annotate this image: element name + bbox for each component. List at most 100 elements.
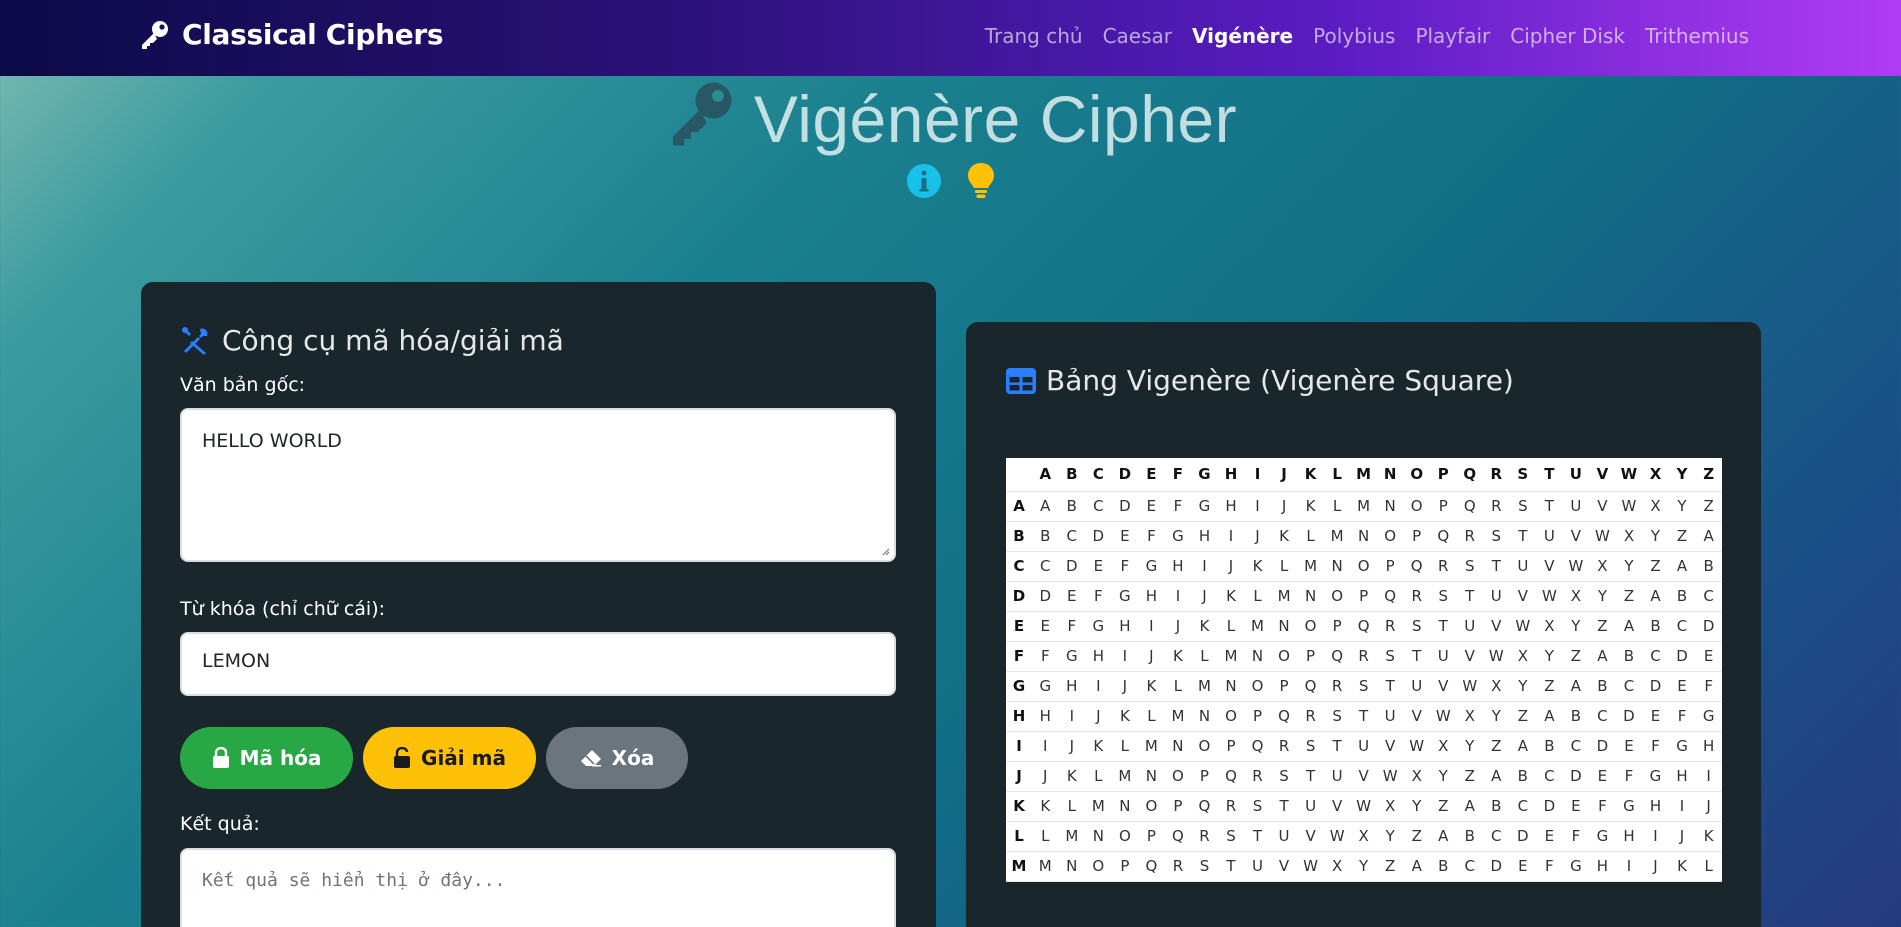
table-cell: I bbox=[1111, 641, 1139, 672]
table-row: JJKLMNOPQRSTUVWXYZABCDEFGHI bbox=[1006, 761, 1722, 792]
table-cell: Y bbox=[1456, 731, 1484, 762]
table-cell: C bbox=[1562, 731, 1590, 762]
column-header: Z bbox=[1695, 458, 1722, 492]
table-cell: E bbox=[1058, 581, 1086, 612]
table-cell: G bbox=[1668, 731, 1696, 762]
decrypt-button[interactable]: Giải mã bbox=[363, 727, 536, 789]
encrypt-button[interactable]: Mã hóa bbox=[180, 727, 353, 789]
table-cell: Z bbox=[1642, 551, 1669, 582]
table-cell: W bbox=[1429, 701, 1457, 732]
table-cell: Z bbox=[1456, 761, 1484, 792]
table-cell: I bbox=[1138, 611, 1165, 642]
nav-link-trithemius[interactable]: Trithemius bbox=[1645, 24, 1749, 48]
column-header: Y bbox=[1668, 458, 1696, 492]
table-cell: X bbox=[1429, 731, 1457, 762]
table-cell: E bbox=[1111, 521, 1139, 552]
table-cell: E bbox=[1668, 671, 1696, 702]
table-cell: C bbox=[1058, 521, 1086, 552]
table-cell: W bbox=[1509, 611, 1537, 642]
table-cell: K bbox=[1138, 671, 1165, 702]
table-cell: J bbox=[1668, 821, 1696, 852]
table-cell: W bbox=[1403, 731, 1430, 762]
clear-button[interactable]: Xóa bbox=[546, 727, 688, 789]
table-cell: P bbox=[1429, 491, 1457, 522]
table-cell: O bbox=[1138, 791, 1165, 822]
nav-link-caesar[interactable]: Caesar bbox=[1103, 24, 1172, 48]
table-cell: Q bbox=[1164, 821, 1192, 852]
table-cell: H bbox=[1111, 611, 1139, 642]
table-cell: U bbox=[1536, 521, 1563, 552]
table-cell: C bbox=[1615, 671, 1643, 702]
table-cell: B bbox=[1509, 761, 1537, 792]
table-cell: B bbox=[1668, 581, 1696, 612]
table-cell: Z bbox=[1429, 791, 1457, 822]
table-cell: B bbox=[1456, 821, 1484, 852]
table-cell: I bbox=[1615, 851, 1643, 882]
table-cell: L bbox=[1244, 581, 1271, 612]
table-cell: S bbox=[1323, 701, 1351, 732]
lightbulb-icon[interactable] bbox=[966, 162, 996, 200]
table-cell: C bbox=[1642, 641, 1669, 672]
brand[interactable]: Classical Ciphers bbox=[138, 18, 444, 51]
row-header: M bbox=[1006, 851, 1032, 882]
table-cell: H bbox=[1695, 731, 1722, 762]
table-cell: M bbox=[1323, 521, 1351, 552]
table-cell: O bbox=[1217, 701, 1245, 732]
table-cell: K bbox=[1270, 521, 1298, 552]
table-cell: S bbox=[1270, 761, 1298, 792]
table-cell: F bbox=[1058, 611, 1086, 642]
nav-link-vigenere[interactable]: Vigénère bbox=[1192, 24, 1293, 48]
result-output[interactable]: Kết quả sẽ hiển thị ở đây... bbox=[180, 848, 896, 927]
table-corner bbox=[1006, 458, 1032, 492]
nav-link-cipher-disk[interactable]: Cipher Disk bbox=[1510, 24, 1625, 48]
resize-grip-icon[interactable] bbox=[880, 546, 890, 556]
row-header: F bbox=[1006, 641, 1032, 672]
table-cell: G bbox=[1164, 521, 1192, 552]
table-cell: M bbox=[1350, 491, 1377, 522]
table-cell: S bbox=[1456, 551, 1484, 582]
table-cell: J bbox=[1032, 761, 1059, 792]
table-cell: I bbox=[1668, 791, 1696, 822]
info-circle-icon[interactable] bbox=[906, 163, 942, 199]
table-cell: A bbox=[1589, 641, 1616, 672]
table-cell: E bbox=[1536, 821, 1563, 852]
table-cell: R bbox=[1217, 791, 1245, 822]
table-cell: U bbox=[1350, 731, 1377, 762]
table-cell: S bbox=[1429, 581, 1457, 612]
keyword-input[interactable]: LEMON bbox=[180, 632, 896, 696]
table-cell: Z bbox=[1589, 611, 1616, 642]
table-cell: I bbox=[1642, 821, 1669, 852]
row-header: K bbox=[1006, 791, 1032, 822]
table-cell: W bbox=[1536, 581, 1563, 612]
table-cell: G bbox=[1032, 671, 1059, 702]
table-cell: K bbox=[1032, 791, 1059, 822]
keyword-label: Từ khóa (chỉ chữ cái): bbox=[180, 598, 386, 620]
table-cell: O bbox=[1085, 851, 1112, 882]
table-cell: K bbox=[1217, 581, 1245, 612]
table-cell: T bbox=[1456, 581, 1484, 612]
table-cell: H bbox=[1058, 671, 1086, 702]
table-cell: Q bbox=[1323, 641, 1351, 672]
table-cell: M bbox=[1085, 791, 1112, 822]
table-cell: S bbox=[1403, 611, 1430, 642]
table-cell: G bbox=[1058, 641, 1086, 672]
table-cell: X bbox=[1536, 611, 1563, 642]
table-cell: L bbox=[1695, 851, 1722, 882]
table-cell: Z bbox=[1615, 581, 1643, 612]
table-cell: V bbox=[1456, 641, 1484, 672]
table-cell: Y bbox=[1403, 791, 1430, 822]
table-cell: P bbox=[1111, 851, 1139, 882]
table-cell: A bbox=[1695, 521, 1722, 552]
nav-link-home[interactable]: Trang chủ bbox=[985, 24, 1083, 48]
table-cell: T bbox=[1297, 761, 1324, 792]
eraser-icon bbox=[580, 750, 601, 767]
plaintext-input[interactable]: HELLO WORLD bbox=[180, 408, 896, 562]
table-cell: B bbox=[1695, 551, 1722, 582]
row-header: E bbox=[1006, 611, 1032, 642]
table-cell: U bbox=[1483, 581, 1510, 612]
nav-link-polybius[interactable]: Polybius bbox=[1313, 24, 1395, 48]
nav-link-playfair[interactable]: Playfair bbox=[1415, 24, 1490, 48]
table-cell: R bbox=[1376, 611, 1404, 642]
table-cell: N bbox=[1058, 851, 1086, 882]
table-cell: A bbox=[1642, 581, 1669, 612]
